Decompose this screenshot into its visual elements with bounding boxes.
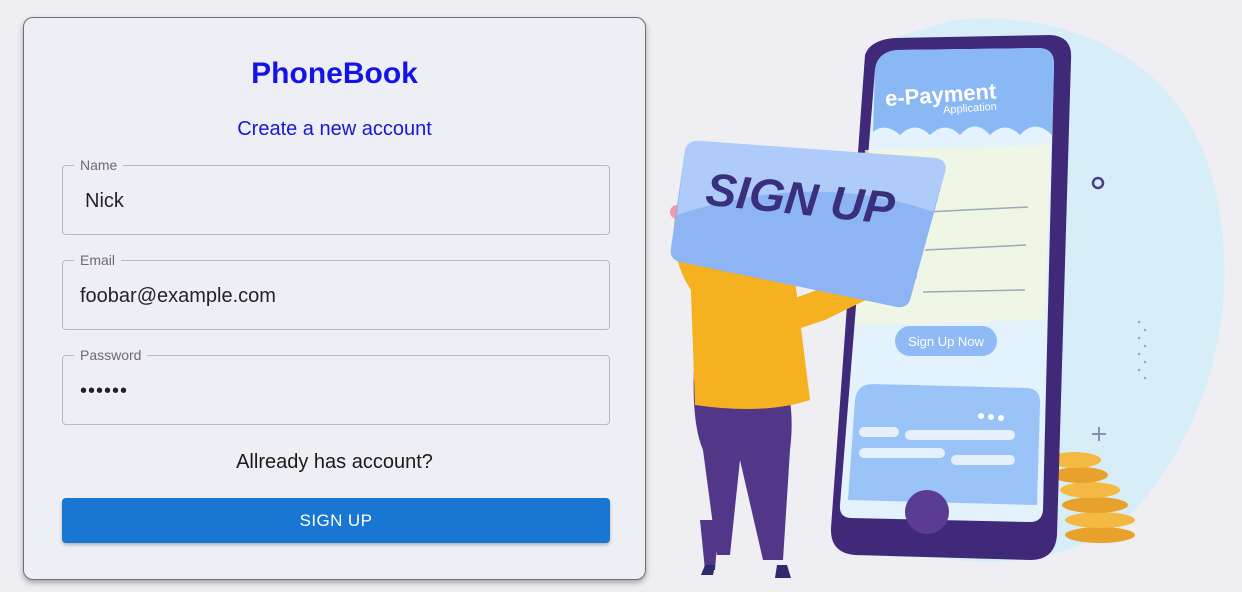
email-label: Email — [74, 251, 122, 269]
name-label: Name — [74, 156, 124, 174]
signup-illustration: e-Payment Application Sign Up Now SIGN U… — [670, 18, 1225, 578]
app-title: PhoneBook — [251, 57, 418, 90]
password-input[interactable]: •••••• — [80, 379, 128, 403]
sign-up-now-text: Sign Up Now — [908, 334, 984, 349]
sign-up-button[interactable]: SIGN UP — [62, 498, 610, 543]
email-field[interactable]: Email foobar@example.com — [62, 251, 610, 330]
form-subtitle: Create a new account — [237, 118, 432, 140]
already-have-account-link[interactable]: Allready has account? — [24, 450, 645, 474]
email-input[interactable]: foobar@example.com — [80, 284, 276, 308]
phone-home-button — [905, 490, 949, 534]
name-field[interactable]: Name Nick — [62, 156, 610, 235]
password-field[interactable]: Password •••••• — [62, 346, 610, 425]
password-label: Password — [74, 346, 148, 364]
signup-card: PhoneBook Create a new account Name Nick… — [23, 17, 646, 580]
name-input[interactable]: Nick — [85, 189, 124, 213]
